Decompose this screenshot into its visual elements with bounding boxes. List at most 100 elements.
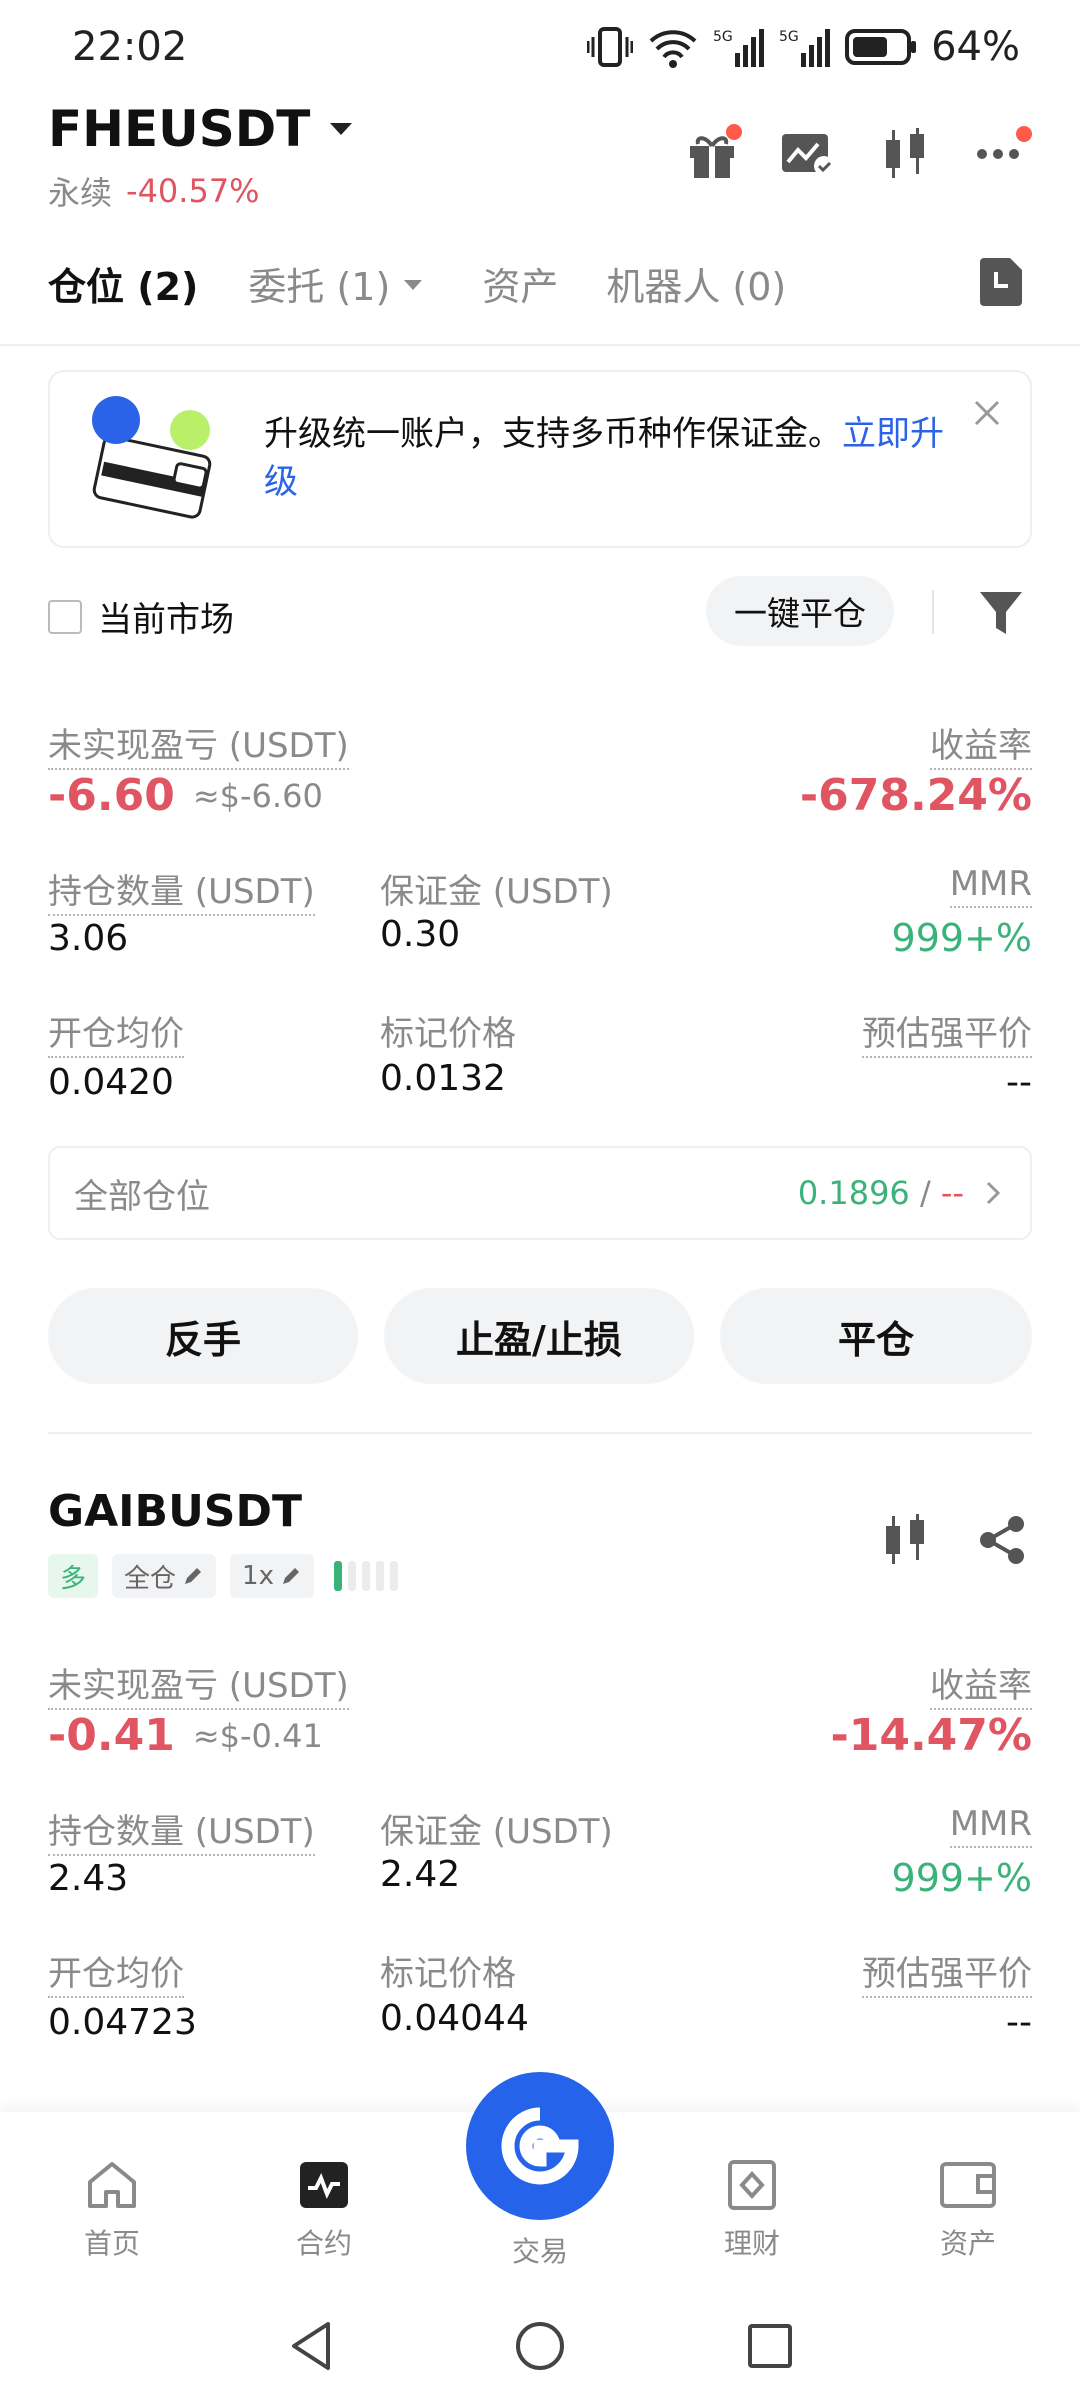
position2-margin-label: 保证金 (USDT) (380, 1812, 613, 1852)
nav-home-label: 首页 (83, 2227, 140, 2260)
current-market-checkbox[interactable] (48, 599, 82, 634)
position1-pnl: -6.60 ≈$-6.60 (48, 770, 323, 821)
position2-pnl: -0.41 ≈$-0.41 (48, 1710, 323, 1761)
position1-liq-label: 预估强平价 (862, 1006, 1032, 1058)
tab-positions[interactable]: 仓位 (2) (48, 256, 198, 311)
all-positions-value-group: 0.1896 / -- (798, 1174, 1006, 1212)
tab-bots[interactable]: 机器人 (0) (606, 256, 786, 311)
nav-home[interactable]: 首页 (4, 2160, 220, 2262)
current-market-filter[interactable]: 当前市场 (48, 592, 234, 641)
futures-icon (300, 2162, 348, 2208)
nav-assets[interactable]: 资产 (860, 2160, 1076, 2262)
wifi-icon (649, 30, 697, 68)
position2-roe-label: 收益率 (930, 1658, 1032, 1710)
contract-type: 永续 (48, 174, 113, 212)
tpsl-button[interactable]: 止盈/止损 (384, 1288, 694, 1384)
chart-settings-button[interactable] (780, 130, 836, 182)
position2-tags: 多 全仓 1x (48, 1554, 398, 1598)
more-icon (977, 149, 1019, 159)
tab-assets[interactable]: 资产 (482, 256, 558, 311)
risk-level-bars (333, 1561, 398, 1591)
signal-icon-1: 5G (713, 29, 765, 67)
position1-pnl-value: -6.60 (48, 770, 175, 821)
nav-trade-label-wrap: 交易 (432, 2230, 648, 2270)
position1-margin-value: 0.30 (380, 914, 461, 955)
earn-icon (728, 2160, 776, 2210)
symbol-subtitle: 永续 -40.57% (48, 168, 260, 214)
position2-mmr-label: MMR (949, 1804, 1032, 1848)
caret-down-icon (404, 279, 423, 290)
nav-earn[interactable]: 理财 (644, 2160, 860, 2262)
position2-share-button[interactable] (976, 1514, 1028, 1570)
nav-trade-label: 交易 (511, 2235, 568, 2268)
position2-qty-value: 2.43 (48, 1858, 129, 1899)
nav-assets-label: 资产 (939, 2227, 996, 2260)
all-positions-label: 全部仓位 (74, 1176, 210, 1217)
edit-icon (282, 1568, 299, 1584)
symbol-selector[interactable]: FHEUSDT (48, 100, 358, 158)
position1-entry-value: 0.0420 (48, 1062, 174, 1103)
recents-icon[interactable] (744, 2320, 794, 2372)
nav-earn-label: 理财 (723, 2227, 780, 2260)
position1-mark-label: 标记价格 (380, 1014, 516, 1054)
position2-mark-label: 标记价格 (380, 1954, 516, 1994)
position2-entry-label: 开仓均价 (48, 1946, 184, 1998)
position2-qty-label: 持仓数量 (USDT) (48, 1804, 315, 1856)
position2-chart-button[interactable] (880, 1512, 930, 1572)
banner-text-block: 升级统一账户，支持多币种作保证金。立即升级 (264, 410, 964, 506)
upgrade-banner[interactable]: 升级统一账户，支持多币种作保证金。立即升级 (48, 370, 1032, 548)
gift-button[interactable] (686, 124, 742, 184)
history-button[interactable] (978, 256, 1024, 310)
candlestick-button[interactable] (880, 126, 930, 186)
wallet-icon (940, 2162, 996, 2208)
chevron-right-icon (986, 1181, 1001, 1205)
position1-mark-value: 0.0132 (380, 1058, 506, 1099)
position1-mmr-label: MMR (949, 864, 1032, 908)
edit-icon (185, 1568, 202, 1584)
banner-text: 升级统一账户，支持多币种作保证金。 (264, 414, 842, 454)
margin-mode-tag[interactable]: 全仓 (112, 1554, 217, 1598)
vibrate-icon (587, 27, 634, 67)
tab-orders[interactable]: 委托 (1) (248, 256, 426, 311)
svg-text:5G: 5G (713, 29, 733, 45)
position1-pnl-label: 未实现盈亏 (USDT) (48, 718, 349, 770)
back-icon[interactable] (286, 2318, 336, 2374)
all-positions-row[interactable]: 全部仓位 0.1896 / -- (48, 1146, 1032, 1240)
position1-pnl-usd: ≈$-6.60 (192, 776, 323, 815)
candlestick-icon (886, 128, 924, 178)
wallet-illustration-icon (92, 396, 212, 519)
leverage-tag[interactable]: 1x (230, 1554, 314, 1598)
position2-symbol[interactable]: GAIBUSDT (48, 1486, 302, 1537)
home-circle-icon[interactable] (514, 2318, 566, 2374)
filter-divider (932, 590, 934, 634)
position2-roe-value: -14.47% (830, 1710, 1032, 1761)
current-market-label: 当前市场 (98, 600, 234, 640)
close-icon[interactable] (972, 398, 1002, 428)
trade-icon (501, 2107, 579, 2185)
nav-trade-button[interactable] (466, 2072, 614, 2220)
close-all-button[interactable]: 一键平仓 (706, 576, 894, 646)
nav-futures[interactable]: 合约 (216, 2160, 432, 2262)
more-button[interactable] (974, 126, 1032, 168)
caret-down-icon (330, 123, 353, 135)
close-position-button[interactable]: 平仓 (720, 1288, 1032, 1384)
reverse-button[interactable]: 反手 (48, 1288, 358, 1384)
position2-mmr-value: 999+% (891, 1856, 1032, 1900)
position2-liq-label: 预估强平价 (862, 1946, 1032, 1998)
position1-liq-value: -- (1006, 1062, 1032, 1103)
price-change: -40.57% (126, 172, 260, 210)
position2-mark-value: 0.04044 (380, 1998, 529, 2039)
position2-entry-value: 0.04723 (48, 2002, 197, 2043)
more-badge (1016, 126, 1032, 142)
side-tag: 多 (48, 1554, 99, 1598)
status-time: 22:02 (72, 24, 188, 70)
position2-pnl-value: -0.41 (48, 1710, 175, 1761)
leverage-label: 1x (242, 1561, 274, 1591)
position2-margin-value: 2.42 (380, 1854, 461, 1895)
position1-roe-value: -678.24% (799, 770, 1032, 821)
position2-pnl-usd: ≈$-0.41 (192, 1716, 323, 1755)
filter-icon[interactable] (976, 588, 1026, 638)
position1-roe-label: 收益率 (930, 718, 1032, 770)
battery-percent: 64% (931, 24, 1020, 70)
gift-badge (726, 124, 742, 140)
